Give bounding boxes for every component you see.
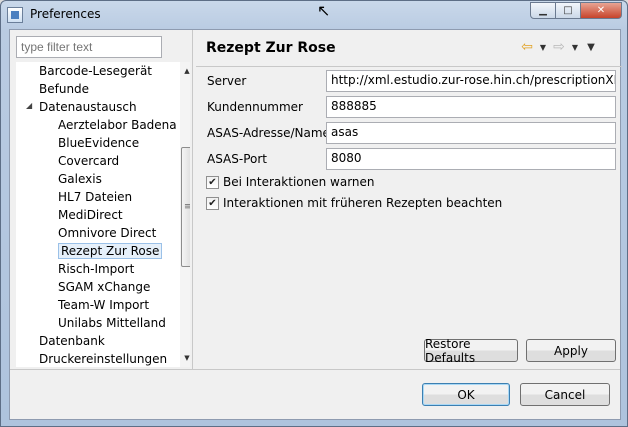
tree-item-unilabs[interactable]: Unilabs Mittelland bbox=[58, 314, 166, 332]
warn-interactions-checkbox[interactable]: ✔ bbox=[206, 175, 219, 189]
header-separator bbox=[196, 66, 622, 67]
warn-interactions-row[interactable]: ✔ Bei Interaktionen warnen bbox=[206, 175, 375, 189]
tree-item-omnivore[interactable]: Omnivore Direct bbox=[58, 224, 156, 242]
window-title: Preferences bbox=[30, 7, 101, 21]
filter-input[interactable] bbox=[16, 36, 162, 58]
scroll-down-icon[interactable]: ▼ bbox=[180, 351, 190, 365]
tree-item-datenaustausch[interactable]: ◢ Datenaustausch bbox=[16, 98, 186, 116]
previous-prescriptions-label: Interaktionen mit früheren Rezepten beac… bbox=[223, 196, 503, 210]
tree-item-label: BlueEvidence bbox=[58, 136, 140, 150]
app-icon bbox=[7, 7, 23, 23]
close-button[interactable]: ✕ bbox=[580, 2, 622, 19]
title-bar[interactable]: Preferences ↖ ▁ □ ✕ bbox=[1, 1, 627, 29]
tree-item-label: Befunde bbox=[39, 82, 90, 96]
tree-item-risch-import[interactable]: Risch-Import bbox=[58, 260, 134, 278]
asas-address-label: ASAS-Adresse/Name bbox=[207, 126, 330, 140]
tree-item-label: MediDirect bbox=[58, 208, 123, 222]
page-title: Rezept Zur Rose bbox=[206, 40, 336, 56]
server-label: Server bbox=[207, 74, 247, 88]
tree-item-label: Risch-Import bbox=[58, 262, 135, 276]
dialog-content: Barcode-Lesegerät Befunde ◢ Datenaustaus… bbox=[9, 29, 622, 420]
forward-arrow-icon[interactable]: ⇨ bbox=[552, 39, 566, 55]
server-input[interactable]: http://xml.estudio.zur-rose.hin.ch/presc… bbox=[326, 70, 616, 92]
ok-button[interactable]: OK bbox=[422, 383, 510, 406]
tree-item-covercard[interactable]: Covercard bbox=[58, 152, 119, 170]
scroll-up-icon[interactable]: ▲ bbox=[180, 64, 190, 78]
tree-item-barcode[interactable]: Barcode-Lesegerät bbox=[39, 62, 152, 80]
view-menu-icon[interactable]: ▼ bbox=[584, 42, 598, 53]
tree-item-befunde[interactable]: Befunde bbox=[39, 80, 89, 98]
previous-prescriptions-row[interactable]: ✔ Interaktionen mit früheren Rezepten be… bbox=[206, 196, 502, 210]
tree-item-label: Omnivore Direct bbox=[58, 226, 157, 240]
tree-item-druckereinstellungen[interactable]: Druckereinstellungen bbox=[39, 350, 167, 367]
tree-item-label: Datenbank bbox=[39, 334, 105, 348]
asas-port-label: ASAS-Port bbox=[207, 152, 267, 166]
preferences-tree[interactable]: Barcode-Lesegerät Befunde ◢ Datenaustaus… bbox=[16, 62, 190, 367]
button-bar-separator bbox=[10, 369, 620, 370]
tree-item-sgam[interactable]: SGAM xChange bbox=[58, 278, 150, 296]
tree-scrollbar[interactable]: ▲ ≡ ▼ bbox=[180, 62, 190, 367]
previous-prescriptions-checkbox[interactable]: ✔ bbox=[206, 196, 219, 210]
history-nav: ⇦ ▼ ⇨ ▼ ▼ bbox=[520, 39, 598, 55]
collapse-triangle-icon[interactable]: ◢ bbox=[26, 97, 32, 115]
tree-item-label: Aerztelabor Badena bbox=[58, 118, 177, 132]
back-arrow-icon[interactable]: ⇦ bbox=[520, 39, 534, 55]
grip-icon: ≡ bbox=[184, 202, 190, 212]
tree-item-label: SGAM xChange bbox=[58, 280, 151, 294]
back-dropdown-icon[interactable]: ▼ bbox=[536, 43, 550, 52]
tree-item-label: Galexis bbox=[58, 172, 102, 186]
tree-item-aerztelabor[interactable]: Aerztelabor Badena bbox=[58, 116, 177, 134]
tree-item-label: Covercard bbox=[58, 154, 120, 168]
cancel-button[interactable]: Cancel bbox=[520, 383, 610, 406]
preferences-window: Preferences ↖ ▁ □ ✕ Barcode-Lesegerät Be… bbox=[0, 0, 628, 427]
tree-item-galexis[interactable]: Galexis bbox=[58, 170, 102, 188]
tree-item-team-w[interactable]: Team-W Import bbox=[58, 296, 149, 314]
tree-item-label: Rezept Zur Rose bbox=[58, 243, 163, 259]
tree-item-medidirect[interactable]: MediDirect bbox=[58, 206, 123, 224]
scroll-thumb[interactable]: ≡ bbox=[181, 147, 190, 267]
tree-item-blueevidence[interactable]: BlueEvidence bbox=[58, 134, 139, 152]
pane-divider[interactable] bbox=[192, 30, 193, 369]
maximize-button[interactable]: □ bbox=[555, 2, 581, 19]
kundennummer-label: Kundennummer bbox=[207, 100, 303, 114]
tree-item-rezept-zur-rose[interactable]: Rezept Zur Rose bbox=[58, 242, 163, 260]
tree-item-datenbank[interactable]: Datenbank bbox=[39, 332, 105, 350]
mouse-cursor-icon: ↖ bbox=[317, 1, 331, 20]
tree-item-label: Unilabs Mittelland bbox=[58, 316, 166, 330]
tree-item-label: HL7 Dateien bbox=[58, 190, 133, 204]
asas-address-input[interactable]: asas bbox=[326, 122, 616, 144]
kundennummer-input[interactable]: 888885 bbox=[326, 96, 616, 118]
asas-port-input[interactable]: 8080 bbox=[326, 148, 616, 170]
tree-item-label: Barcode-Lesegerät bbox=[39, 64, 153, 78]
tree-item-label: Datenaustausch bbox=[39, 100, 137, 114]
minimize-button[interactable]: ▁ bbox=[530, 2, 556, 19]
forward-dropdown-icon[interactable]: ▼ bbox=[568, 43, 582, 52]
tree-item-label: Team-W Import bbox=[58, 298, 150, 312]
warn-interactions-label: Bei Interaktionen warnen bbox=[223, 175, 375, 189]
apply-button[interactable]: Apply bbox=[526, 339, 616, 362]
tree-item-hl7[interactable]: HL7 Dateien bbox=[58, 188, 132, 206]
tree-item-label: Druckereinstellungen bbox=[39, 352, 168, 366]
restore-defaults-button[interactable]: Restore Defaults bbox=[424, 337, 518, 365]
